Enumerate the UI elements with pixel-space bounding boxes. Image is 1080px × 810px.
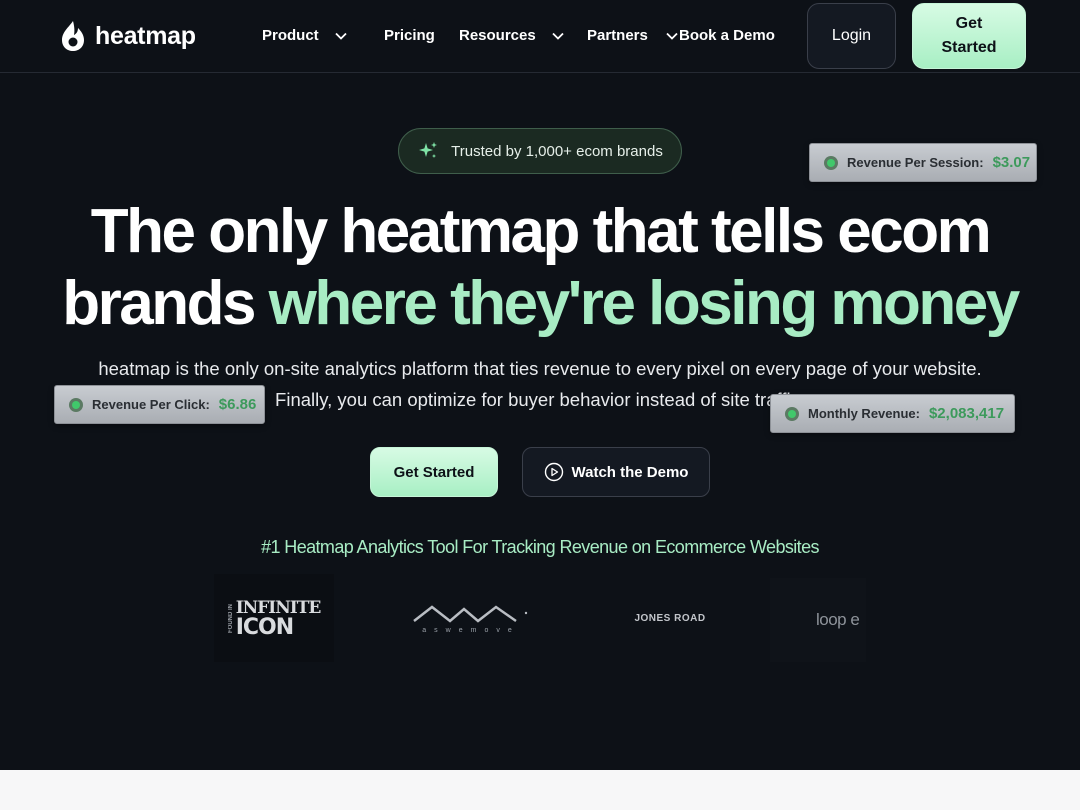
nav-item-resources[interactable]: Resources — [459, 27, 564, 44]
badge-label: Revenue Per Session: — [847, 155, 984, 170]
badge-value: $6.86 — [218, 396, 257, 413]
revenue-per-session-badge: Revenue Per Session: $3.07 — [809, 143, 1037, 182]
nav-item-product[interactable]: Product — [262, 27, 347, 44]
trusted-text: Trusted by 1,000+ ecom brands — [451, 142, 663, 160]
next-section-band — [0, 770, 1080, 810]
watch-demo-button[interactable]: Watch the Demo — [522, 447, 710, 497]
sparkle-icon — [419, 142, 438, 158]
hero-get-started-button[interactable]: Get Started — [370, 447, 498, 497]
badge-value: $3.07 — [992, 154, 1031, 171]
nav-item-partners[interactable]: Partners — [587, 27, 678, 44]
infinite-icon-logo: FOUND IN INFINITE ICON — [214, 574, 334, 662]
aswemove-text: aswemove — [422, 626, 520, 634]
nav-item-pricing[interactable]: Pricing — [384, 27, 435, 44]
hero-subtext-line1: heatmap is the only on-site analytics pl… — [98, 358, 982, 379]
monthly-revenue-badge: Monthly Revenue: $2,083,417 — [770, 394, 1015, 433]
nav-get-started-button[interactable]: Get Started — [912, 3, 1026, 69]
play-icon — [544, 462, 563, 482]
status-dot-icon — [824, 155, 838, 170]
revenue-per-click-badge: Revenue Per Click: $6.86 — [54, 385, 265, 424]
login-button[interactable]: Login — [807, 3, 896, 69]
nav-item-label: Book a Demo — [679, 27, 775, 44]
nav-item-book-demo[interactable]: Book a Demo — [679, 27, 775, 44]
nav-item-label: Product — [262, 27, 319, 44]
nav-item-label: Resources — [459, 27, 536, 44]
headline-plain: brands — [62, 269, 256, 338]
loop-logo: loop e — [770, 578, 866, 662]
hero-headline-line2: brands where they're losing money — [0, 268, 1080, 339]
nav-item-label: Partners — [587, 27, 648, 44]
badge-label: Monthly Revenue: — [808, 406, 920, 421]
aswemove-mountain-icon — [413, 604, 528, 623]
brand-name: heatmap — [95, 21, 196, 50]
trusted-pill: Trusted by 1,000+ ecom brands — [398, 128, 682, 174]
nav-get-started-label: Get Started — [941, 15, 997, 56]
heatmap-logo-icon — [62, 21, 84, 51]
badge-label: Revenue Per Click: — [92, 397, 210, 412]
status-dot-icon — [69, 397, 83, 412]
headline-accent: where they're losing money — [268, 269, 1021, 338]
hero-headline-line1: The only heatmap that tells ecom — [90, 197, 992, 266]
brand-logo[interactable]: heatmap — [59, 19, 196, 53]
nav-item-label: Pricing — [384, 27, 435, 44]
logo-side-text: FOUND IN — [227, 603, 234, 633]
logo-bottom-text: ICON — [235, 615, 294, 640]
jones-road-logo: JONES ROAD — [634, 612, 706, 624]
status-dot-icon — [785, 406, 799, 421]
aswemove-logo: aswemove — [405, 598, 537, 638]
chevron-down-icon — [552, 32, 564, 40]
chevron-down-icon — [335, 32, 347, 40]
badge-value: $2,083,417 — [928, 405, 1005, 422]
watch-demo-label: Watch the Demo — [571, 463, 689, 481]
tagline: #1 Heatmap Analytics Tool For Tracking R… — [261, 537, 819, 557]
chevron-down-icon — [666, 32, 678, 40]
top-nav: heatmap Product Pricing Resources Partne… — [0, 0, 1080, 73]
